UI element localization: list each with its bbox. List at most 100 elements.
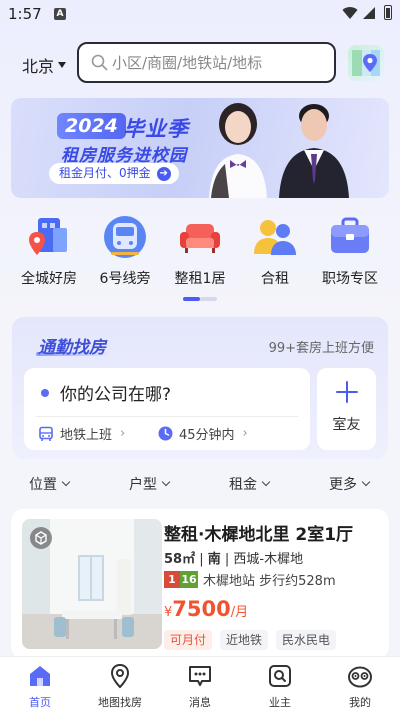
bottom-nav: 首页 地图找房 消息 业主 我的 bbox=[0, 656, 400, 711]
commute-count: 99+套房上班方便 bbox=[268, 341, 374, 356]
chevron-down-icon bbox=[61, 477, 71, 487]
search-icon bbox=[91, 54, 108, 71]
metro-station-text: 木樨地站 步行约528m bbox=[203, 574, 336, 589]
commute-title: 通勤找房 bbox=[38, 338, 106, 358]
quick-nav-item-workplace[interactable]: 职场专区 bbox=[311, 210, 389, 288]
listing-tags: 可月付 近地铁 民水民电 bbox=[164, 630, 337, 650]
quick-nav-label: 合租 bbox=[261, 271, 289, 287]
nav-map[interactable]: 地图找房 bbox=[80, 663, 160, 710]
filter-more[interactable]: 更多 bbox=[329, 474, 371, 494]
price-unit: /月 bbox=[230, 605, 249, 620]
listing-tag: 民水民电 bbox=[276, 630, 337, 650]
metro-line-badge: 16 bbox=[180, 571, 198, 588]
banner-title: 毕业季 bbox=[123, 117, 189, 141]
banner-people-illustration bbox=[209, 103, 349, 198]
city-selector[interactable]: 北京 bbox=[22, 53, 67, 77]
quick-nav-item-one-bedroom[interactable]: 整租1居 bbox=[161, 210, 239, 288]
nav-label: 地图找房 bbox=[98, 696, 142, 709]
banner-pill[interactable]: 租金月付、0押金 ➔ bbox=[49, 163, 179, 184]
home-icon bbox=[27, 663, 53, 689]
filter-bar: 位置 户型 租金 更多 bbox=[0, 474, 400, 496]
quick-nav: 全城好房 6号线旁 整租1居 合租 职场专区 bbox=[0, 210, 400, 300]
listing-title: 整租·木樨地北里 2室1厅 bbox=[164, 525, 354, 545]
search-box[interactable] bbox=[77, 42, 336, 83]
notification-icon: A bbox=[54, 8, 66, 20]
battery-icon bbox=[384, 5, 392, 20]
listing-area: 58㎡ bbox=[164, 552, 196, 567]
commute-time-label: 45分钟内 bbox=[179, 428, 235, 443]
map-pin-icon bbox=[107, 663, 133, 689]
chevron-right-icon: › bbox=[242, 426, 248, 441]
chevron-down-icon bbox=[361, 477, 371, 487]
nav-messages[interactable]: 消息 bbox=[160, 663, 240, 710]
chevron-down-icon bbox=[161, 477, 171, 487]
promo-banner[interactable]: 2024 毕业季 租房服务进校园 租金月付、0押金 ➔ bbox=[11, 98, 389, 198]
quick-nav-label: 全城好房 bbox=[21, 271, 77, 287]
search-input[interactable] bbox=[112, 53, 322, 72]
location-dot-icon bbox=[41, 389, 49, 397]
owner-icon bbox=[267, 663, 293, 689]
price-value: 7500 bbox=[172, 597, 231, 621]
nav-owner[interactable]: 业主 bbox=[240, 663, 320, 710]
divider bbox=[36, 416, 298, 417]
status-bar: 1:57 A bbox=[0, 0, 400, 28]
map-pin-icon bbox=[352, 50, 380, 76]
nav-label: 首页 bbox=[29, 696, 51, 709]
commute-time-selector[interactable]: 45分钟内 › bbox=[158, 424, 248, 443]
filter-rent[interactable]: 租金 bbox=[229, 474, 271, 494]
listing-tag: 近地铁 bbox=[220, 630, 269, 650]
nav-label: 业主 bbox=[269, 696, 291, 709]
wifi-icon bbox=[342, 7, 358, 20]
listing-price: ¥7500/月 bbox=[164, 597, 248, 621]
listing-tag: 可月付 bbox=[164, 630, 213, 650]
arrow-right-icon: ➔ bbox=[156, 166, 171, 181]
company-location-card[interactable]: 你的公司在哪? 地铁上班 › 45分钟内 › bbox=[24, 368, 310, 450]
caret-down-icon bbox=[58, 62, 67, 68]
quick-nav-label: 整租1居 bbox=[174, 271, 226, 287]
clock-icon bbox=[158, 426, 173, 441]
filter-label: 更多 bbox=[329, 477, 357, 493]
transport-mode-selector[interactable]: 地铁上班 › bbox=[38, 424, 125, 443]
listing-card[interactable]: 整租·木樨地北里 2室1厅 58㎡ | 南 | 西城-木樨地 1 16 木樨地站… bbox=[11, 509, 389, 659]
filter-label: 租金 bbox=[229, 477, 257, 493]
quick-nav-label: 6号线旁 bbox=[99, 271, 151, 287]
metro-line-badge: 1 bbox=[164, 571, 180, 588]
profile-owl-icon bbox=[347, 663, 373, 689]
subway-train-icon bbox=[102, 214, 148, 260]
signal-icon bbox=[363, 7, 375, 19]
filter-layout[interactable]: 户型 bbox=[129, 474, 171, 494]
nav-profile[interactable]: 我的 bbox=[320, 663, 400, 710]
nav-label: 消息 bbox=[189, 696, 211, 709]
sofa-icon bbox=[177, 214, 223, 260]
roommates-icon bbox=[252, 214, 298, 260]
bus-icon bbox=[39, 426, 53, 441]
city-house-icon bbox=[26, 214, 72, 260]
map-search-button[interactable] bbox=[348, 45, 384, 81]
roommate-label: 室友 bbox=[332, 417, 361, 433]
banner-year: 2024 bbox=[57, 113, 126, 139]
indicator-inactive bbox=[200, 297, 217, 301]
vr-view-icon[interactable] bbox=[30, 527, 52, 549]
nav-label: 我的 bbox=[349, 696, 371, 709]
quick-nav-item-line6[interactable]: 6号线旁 bbox=[86, 210, 164, 288]
listing-photo[interactable] bbox=[22, 519, 162, 649]
filter-label: 位置 bbox=[29, 477, 57, 493]
transport-mode-label: 地铁上班 bbox=[60, 428, 113, 443]
listing-orientation: 南 bbox=[207, 552, 221, 567]
message-icon bbox=[187, 663, 213, 689]
filter-label: 户型 bbox=[129, 477, 157, 493]
briefcase-icon bbox=[327, 214, 373, 260]
filter-location[interactable]: 位置 bbox=[29, 474, 71, 494]
quick-nav-label: 职场专区 bbox=[322, 271, 378, 287]
quick-nav-item-shared[interactable]: 合租 bbox=[236, 210, 314, 288]
listing-district: 西城-木樨地 bbox=[233, 552, 304, 567]
roommate-button[interactable]: 室友 bbox=[317, 368, 376, 450]
indicator-active bbox=[183, 297, 200, 301]
quick-nav-item-city[interactable]: 全城好房 bbox=[10, 210, 88, 288]
commute-card: 通勤找房 99+套房上班方便 你的公司在哪? 地铁上班 › 45分钟内 › 室友 bbox=[12, 317, 388, 459]
chevron-right-icon: › bbox=[120, 426, 126, 441]
banner-pill-text: 租金月付、0押金 bbox=[59, 166, 151, 180]
status-time: 1:57 bbox=[8, 5, 42, 23]
nav-home[interactable]: 首页 bbox=[0, 663, 80, 710]
city-label: 北京 bbox=[22, 57, 55, 76]
